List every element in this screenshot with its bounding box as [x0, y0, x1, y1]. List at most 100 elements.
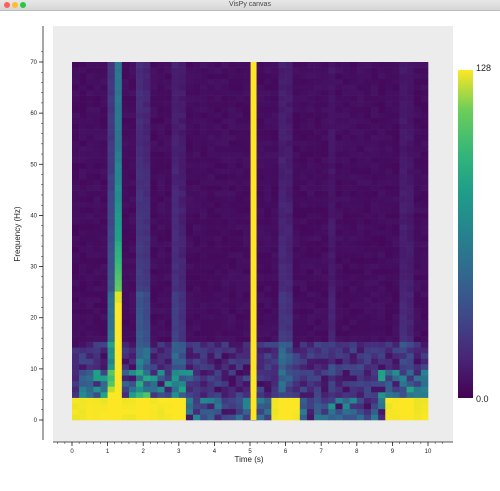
- heatmap-cell: [271, 173, 279, 180]
- heatmap-cell: [228, 162, 237, 169]
- heatmap-cell: [349, 157, 358, 163]
- heatmap-cell: [420, 369, 429, 376]
- heatmap-cell: [420, 196, 429, 203]
- heatmap-cell: [264, 95, 272, 102]
- heatmap-cell: [128, 157, 137, 163]
- heatmap-cell: [72, 134, 80, 141]
- heatmap-cell: [306, 364, 315, 370]
- heatmap-cell: [342, 117, 350, 124]
- heatmap-cell: [292, 168, 301, 175]
- heatmap-cell: [399, 162, 407, 169]
- heatmap-cell: [100, 168, 108, 175]
- heatmap-cell: [328, 162, 336, 169]
- heatmap-cell: [114, 168, 123, 175]
- heatmap-cell: [356, 218, 365, 225]
- heatmap-cell: [121, 78, 130, 85]
- heatmap-cell: [385, 157, 393, 163]
- heatmap-cell: [385, 73, 393, 80]
- heatmap-cell: [420, 185, 429, 191]
- heatmap-cell: [150, 252, 158, 259]
- heatmap-cell: [136, 78, 144, 85]
- heatmap-cell: [278, 352, 286, 359]
- heatmap-cell: [228, 62, 237, 68]
- heatmap-cell: [392, 218, 400, 225]
- heatmap-cell: [114, 296, 123, 303]
- heatmap-cell: [392, 106, 400, 113]
- heatmap-cell: [242, 347, 251, 354]
- heatmap-cell: [93, 235, 101, 242]
- heatmap-cell: [143, 185, 151, 191]
- heatmap-cell: [150, 129, 158, 136]
- heatmap-cell: [321, 140, 329, 147]
- heatmap-cell: [413, 414, 422, 421]
- heatmap-cell: [371, 196, 379, 203]
- spectrogram-plot[interactable]: 010203040506070 Frequency (Hz) 012345678…: [0, 0, 500, 491]
- heatmap-cell: [321, 241, 329, 247]
- heatmap-cell: [242, 330, 251, 337]
- heatmap-cell: [200, 179, 208, 186]
- heatmap-cell: [242, 302, 251, 309]
- heatmap-cell: [378, 145, 386, 152]
- heatmap-cell: [214, 196, 222, 203]
- heatmap-cell: [378, 246, 386, 253]
- heatmap-cell: [235, 364, 244, 370]
- heatmap-cell: [86, 241, 94, 247]
- heatmap-cell: [185, 179, 194, 186]
- heatmap-cell: [413, 123, 422, 130]
- heatmap-cell: [193, 252, 201, 259]
- heatmap-cell: [107, 347, 116, 354]
- heatmap-cell: [349, 190, 358, 197]
- heatmap-cell: [314, 95, 322, 102]
- heatmap-cell: [178, 369, 187, 376]
- heatmap-cell: [107, 241, 116, 247]
- heatmap-cell: [413, 196, 422, 203]
- heatmap-cell: [79, 112, 87, 119]
- heatmap-cell: [200, 201, 208, 208]
- heatmap-cell: [150, 397, 158, 404]
- heatmap-cell: [157, 84, 165, 91]
- heatmap-cell: [349, 235, 358, 242]
- heatmap-cell: [150, 89, 158, 96]
- heatmap-cell: [185, 190, 194, 197]
- heatmap-cell: [285, 302, 294, 309]
- heatmap-cell: [349, 207, 358, 214]
- heatmap-cell: [392, 341, 400, 348]
- heatmap-cell: [378, 218, 386, 225]
- heatmap-cell: [342, 179, 350, 186]
- y-tick-label: 40: [30, 213, 37, 219]
- colorbar-max-label: 128: [476, 63, 491, 73]
- heatmap-cell: [221, 397, 229, 404]
- heatmap-cell: [328, 129, 336, 136]
- heatmap-cell: [285, 229, 294, 236]
- heatmap-cell: [278, 218, 286, 225]
- heatmap-cell: [399, 101, 407, 108]
- heatmap-cell: [178, 190, 187, 197]
- heatmap-cell: [285, 257, 294, 264]
- heatmap-cell: [321, 73, 329, 80]
- heatmap-cell: [264, 392, 272, 398]
- heatmap-cell: [121, 375, 130, 382]
- heatmap-cell: [193, 414, 201, 421]
- heatmap-cell: [107, 235, 116, 242]
- heatmap-cell: [306, 358, 315, 365]
- heatmap-cell: [392, 274, 400, 281]
- heatmap-cell: [264, 201, 272, 208]
- heatmap-cell: [157, 207, 165, 214]
- heatmap-cell: [136, 252, 144, 259]
- heatmap-cell: [193, 336, 201, 342]
- heatmap-cell: [306, 296, 315, 303]
- heatmap-cell: [285, 89, 294, 96]
- heatmap-cell: [221, 386, 229, 393]
- heatmap-cell: [392, 285, 400, 292]
- heatmap-cell: [171, 185, 180, 191]
- heatmap-cell: [79, 414, 87, 421]
- heatmap-cell: [406, 246, 415, 253]
- heatmap-cell: [413, 408, 422, 415]
- heatmap-cell: [285, 397, 294, 404]
- heatmap-cell: [342, 218, 350, 225]
- heatmap-cell: [221, 179, 229, 186]
- heatmap-cell: [306, 84, 315, 91]
- heatmap-cell: [378, 123, 386, 130]
- heatmap-cell: [100, 280, 108, 287]
- heatmap-cell: [299, 403, 308, 410]
